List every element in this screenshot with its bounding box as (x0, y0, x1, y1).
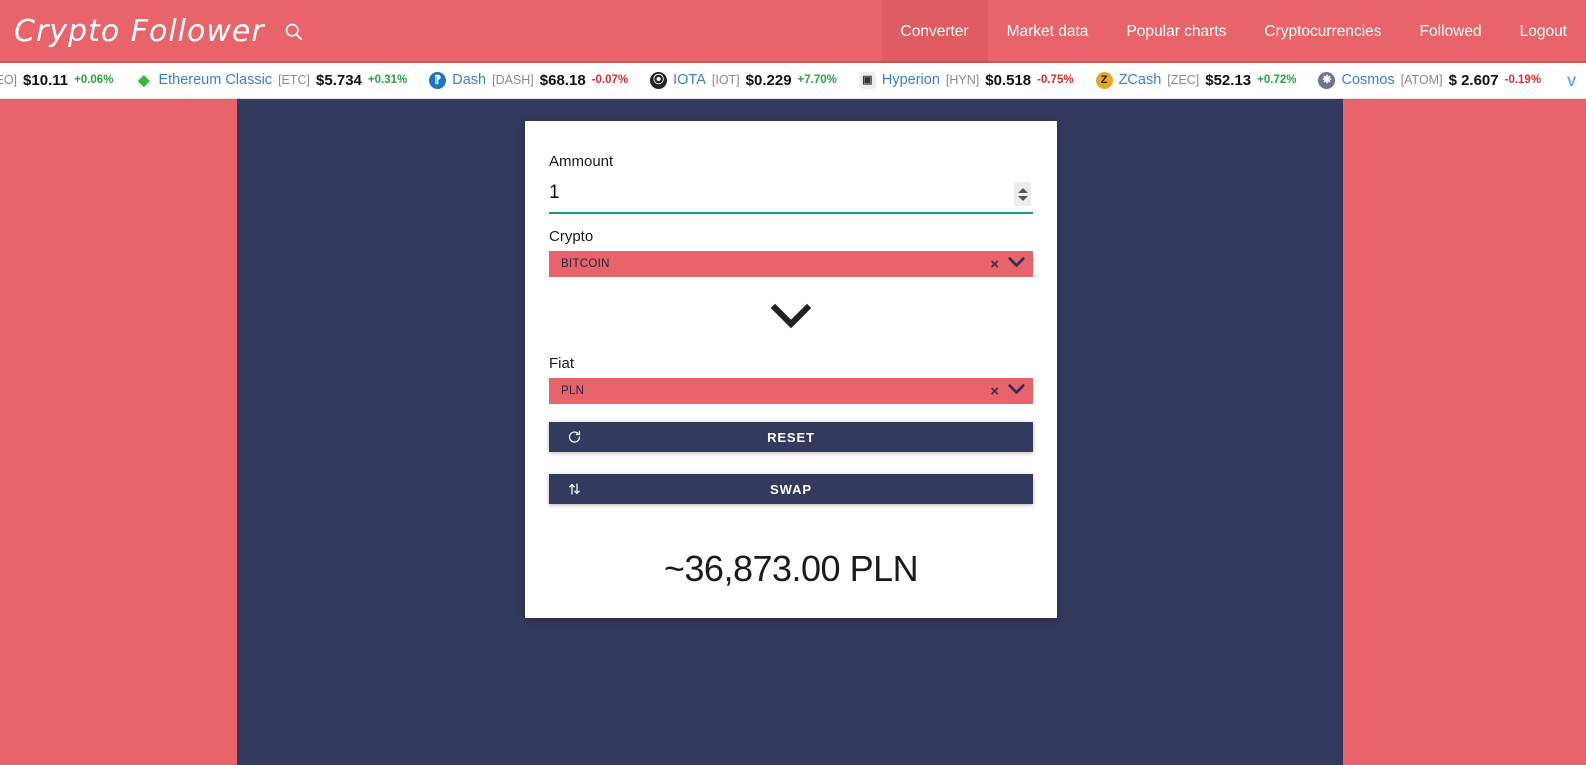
ticker-price: $5.734 (316, 72, 362, 89)
clear-icon[interactable]: × (990, 384, 999, 399)
ticker-name: Ethereum Classic (158, 72, 273, 89)
nav-label: Cryptocurrencies (1264, 22, 1382, 40)
fiat-select[interactable]: PLN × (549, 378, 1033, 404)
ticker-symbol: [ETC] (278, 73, 311, 88)
coin-icon: ▣ (858, 72, 876, 89)
ticker-symbol: [IOT] (711, 73, 740, 88)
amount-label: Ammount (549, 153, 614, 170)
swap-vertical-icon (567, 482, 582, 497)
clear-icon[interactable]: × (990, 257, 999, 272)
nav-item-logout[interactable]: Logout (1501, 0, 1586, 63)
price-ticker-bar: [NEO] $10.11 +0.06% ◆ Ethereum Classic [… (0, 63, 1586, 99)
ticker-change: -0.19% (1504, 73, 1542, 86)
ticker-change: -0.75% (1037, 73, 1074, 86)
primary-nav: Converter Market data Popular charts Cry… (881, 0, 1586, 63)
ticker-item[interactable]: ⦿ IOTA [IOT] $0.229 +7.70% (639, 72, 848, 89)
reset-button[interactable]: RESET (549, 422, 1033, 452)
ticker-name: IOTA (673, 72, 706, 89)
chevron-down-icon[interactable] (1008, 382, 1025, 400)
page-body: Ammount Crypto BITCOIN × (0, 99, 1586, 765)
fiat-label: Fiat (549, 355, 575, 372)
amount-input[interactable] (549, 176, 1033, 212)
nav-label: Followed (1419, 22, 1482, 40)
nav-label: Converter (900, 22, 969, 40)
nav-label: Logout (1519, 22, 1567, 40)
coin-icon: ⦿ (650, 72, 668, 89)
amount-field-wrapper (549, 176, 1033, 214)
coin-icon: ⁋ (429, 72, 447, 89)
amount-stepper[interactable] (1014, 182, 1031, 206)
ticker-item[interactable]: ◆ Ethereum Classic [ETC] $5.734 +0.31% (124, 72, 418, 89)
content-column: Ammount Crypto BITCOIN × (237, 99, 1343, 765)
ticker-price: $10.11 (23, 72, 69, 89)
ticker-name: Dash (452, 72, 487, 89)
coin-icon: ❋ (1318, 72, 1336, 89)
coin-icon: V (1563, 72, 1581, 89)
app-logo[interactable]: Crypto Follower (0, 0, 265, 63)
nav-item-popular-charts[interactable]: Popular charts (1107, 0, 1245, 63)
ticker-item[interactable]: ▣ Hyperion [HYN] $0.518 -0.75% (848, 72, 1085, 89)
ticker-symbol: [ZEC] (1167, 73, 1200, 88)
nav-item-followed[interactable]: Followed (1401, 0, 1501, 63)
nav-label: Market data (1006, 22, 1089, 40)
ticker-name: ZCash (1118, 72, 1162, 89)
ticker-change: +0.72% (1257, 73, 1297, 86)
crypto-selected-value: BITCOIN (561, 258, 610, 270)
refresh-icon (567, 430, 582, 445)
ticker-item[interactable]: V VeChain [VET] $ (1552, 72, 1586, 89)
nav-item-converter[interactable]: Converter (881, 0, 988, 63)
ticker-price: $0.518 (985, 72, 1032, 89)
coin-icon: Z (1095, 72, 1113, 89)
crypto-select-icons: × (990, 255, 1025, 273)
ticker-symbol: [HYN] (945, 73, 980, 88)
crypto-label: Crypto (549, 228, 594, 245)
fiat-select-icons: × (990, 382, 1025, 400)
crypto-select[interactable]: BITCOIN × (549, 251, 1033, 277)
conversion-result: ~36,873.00 PLN (663, 548, 919, 589)
ticker-symbol: [ATOM] (1400, 73, 1443, 88)
chevron-down-icon[interactable] (1008, 255, 1025, 273)
reset-label: RESET (767, 429, 815, 445)
fiat-selected-value: PLN (561, 385, 585, 397)
coin-icon: ◆ (135, 72, 153, 89)
ticker-price: $0.229 (745, 72, 792, 89)
ticker-change: -0.07% (591, 73, 629, 86)
ticker-symbol: [DASH] (492, 73, 534, 88)
ticker-change: +0.31% (367, 73, 408, 86)
stepper-up-icon[interactable] (1017, 187, 1028, 193)
ticker-item[interactable]: Z ZCash [ZEC] $52.13 +0.72% (1085, 72, 1308, 89)
ticker-name: Hyperion (881, 72, 940, 89)
action-buttons: RESET SWAP (549, 422, 1033, 504)
ticker-price: $ 2.607 (1448, 72, 1499, 89)
swap-button[interactable]: SWAP (549, 474, 1033, 504)
ticker-track: [NEO] $10.11 +0.06% ◆ Ethereum Classic [… (0, 72, 1586, 89)
ticker-price: $52.13 (1205, 72, 1252, 89)
ticker-item[interactable]: [NEO] $10.11 +0.06% (0, 73, 124, 88)
search-icon[interactable] (265, 0, 323, 63)
nav-item-cryptocurrencies[interactable]: Cryptocurrencies (1245, 0, 1400, 63)
converter-card: Ammount Crypto BITCOIN × (525, 121, 1057, 618)
ticker-change: +7.70% (797, 73, 837, 86)
stepper-down-icon[interactable] (1017, 195, 1028, 201)
ticker-change: +0.06% (74, 73, 114, 86)
ticker-item[interactable]: ⁋ Dash [DASH] $68.18 -0.07% (418, 72, 639, 89)
top-navbar: Crypto Follower Converter Market data Po… (0, 0, 1586, 63)
nav-item-market-data[interactable]: Market data (988, 0, 1108, 63)
ticker-symbol: [NEO] (0, 73, 18, 88)
ticker-item[interactable]: ❋ Cosmos [ATOM] $ 2.607 -0.19% (1307, 72, 1552, 89)
ticker-name: Cosmos (1341, 72, 1395, 89)
nav-label: Popular charts (1126, 22, 1227, 40)
ticker-price: $68.18 (539, 72, 586, 89)
direction-chevron-icon (549, 303, 1033, 329)
swap-label: SWAP (770, 481, 812, 497)
